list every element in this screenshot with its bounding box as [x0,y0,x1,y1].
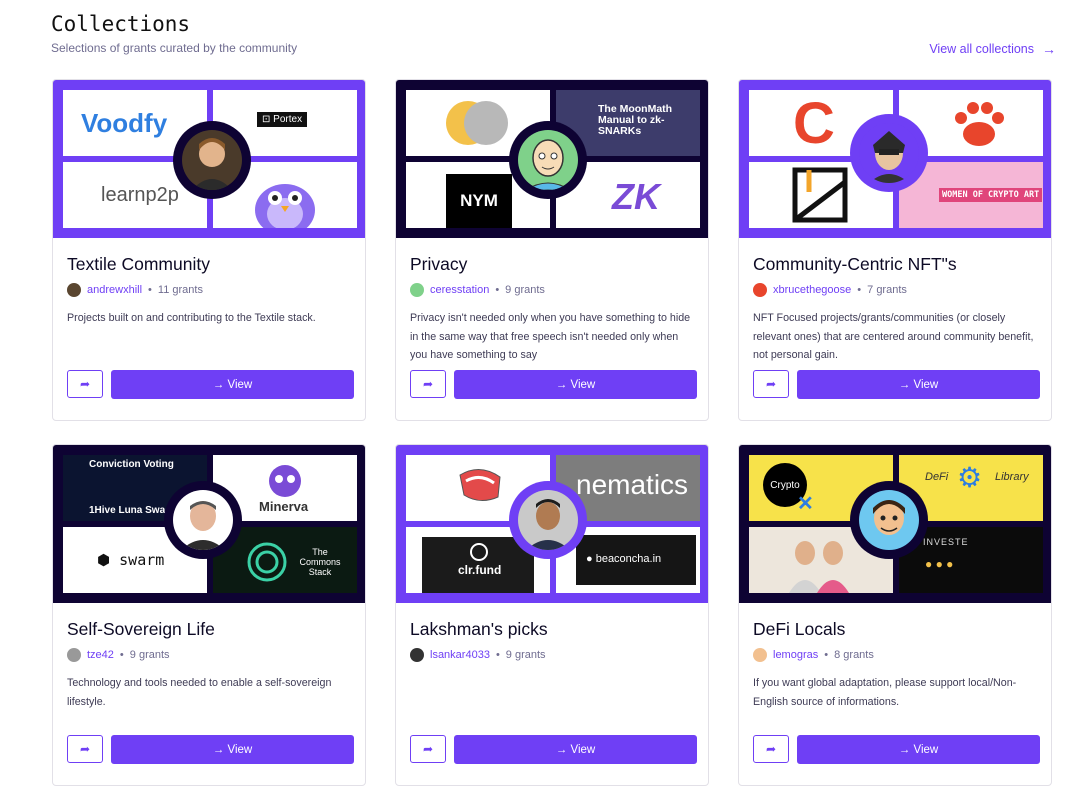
user-avatar [753,648,767,662]
view-button[interactable]: → View [111,370,354,399]
view-button[interactable]: → View [797,370,1040,399]
share-button[interactable]: ➦ [410,735,446,763]
card-banner: The MoonMath Manual to zk-SNARKs NYM ZK [396,80,708,238]
view-button[interactable]: → View [454,370,697,399]
grant-count: 9 grants [129,649,170,661]
collection-card-self-sovereign[interactable]: Conviction Voting 1Hive Luna Swa Minerva… [52,444,366,786]
card-description: If you want global adaptation, please su… [753,677,1017,708]
view-all-collections-link[interactable]: View all collections → [929,41,1056,57]
card-banner: Crypto ✕ DeFi ⚙ Library INVESTE ● ● ● [739,445,1051,603]
card-banner: Voodfy ⊡ Portex learnp2p [53,80,365,238]
curator-avatar [182,130,242,190]
card-title: DeFi Locals [753,619,846,639]
curator-avatar-ring [173,121,251,199]
curator-link[interactable]: tze42 [87,649,114,661]
view-button[interactable]: → View [454,735,697,764]
card-meta: andrewxhill • 11 grants [67,283,203,297]
user-avatar [410,648,424,662]
curator-avatar-ring [164,481,242,559]
card-description: NFT Focused projects/grants/communities … [753,312,1034,361]
curator-link[interactable]: lemogras [773,649,818,661]
clr-fund-icon [470,543,488,561]
share-icon: ➦ [765,377,777,391]
user-avatar [410,283,424,297]
user-avatar [67,648,81,662]
page-title: Collections [51,12,191,36]
collection-card-textile[interactable]: Voodfy ⊡ Portex learnp2p Textile Communi… [52,79,366,421]
card-title: Community-Centric NFT"s [753,254,957,274]
curator-link[interactable]: andrewxhill [87,284,142,296]
curator-avatar-ring [509,121,587,199]
card-description: Technology and tools needed to enable a … [67,677,332,708]
card-title: Privacy [410,254,468,274]
card-banner: Conviction Voting 1Hive Luna Swa Minerva… [53,445,365,603]
curator-avatar [173,490,233,550]
curator-avatar [859,123,919,183]
grant-count: 11 grants [157,284,203,296]
curator-avatar-ring [850,114,928,192]
card-meta: xbrucethegoose • 7 grants [753,283,907,297]
share-button[interactable]: ➦ [753,735,789,763]
view-button[interactable]: → View [111,735,354,764]
gear-icon: ⚙ [957,462,983,493]
grant-count: 9 grants [505,649,546,661]
share-button[interactable]: ➦ [753,370,789,398]
grant-count: 8 grants [834,649,874,661]
share-icon: ➦ [765,742,777,756]
share-icon: ➦ [422,742,434,756]
curator-link[interactable]: ceresstation [430,284,489,296]
share-icon: ➦ [79,377,91,391]
collection-card-lakshman[interactable]: nematics clr.fund ● beaconcha.in Lakshma… [395,444,709,786]
curator-link[interactable]: xbrucethegoose [773,284,851,296]
user-avatar [753,283,767,297]
card-description: Projects built on and contributing to th… [67,312,316,324]
view-button[interactable]: → View [797,735,1040,764]
share-icon: ➦ [422,377,434,391]
collection-card-nft[interactable]: C WOMEN OF CRYPTO ART Community-Centric [738,79,1052,421]
card-description: Privacy isn't needed only when you have … [410,312,691,361]
grant-count: 9 grants [505,284,545,296]
card-meta: lsankar4033 • 9 grants [410,648,546,662]
share-icon: ➦ [79,742,91,756]
curator-avatar [518,490,578,550]
card-title: Self-Sovereign Life [67,619,215,639]
curator-avatar-ring [509,481,587,559]
blue-x-icon: ✕ [797,493,814,515]
user-avatar [67,283,81,297]
share-button[interactable]: ➦ [67,735,103,763]
collection-card-privacy[interactable]: The MoonMath Manual to zk-SNARKs NYM ZK … [395,79,709,421]
collection-card-defi-locals[interactable]: Crypto ✕ DeFi ⚙ Library INVESTE ● ● ● De… [738,444,1052,786]
card-meta: ceresstation • 9 grants [410,283,545,297]
curator-avatar [859,490,919,550]
curator-link[interactable]: lsankar4033 [430,649,490,661]
commons-stack-icon [247,542,287,582]
page-subtitle: Selections of grants curated by the comm… [51,41,298,55]
card-meta: lemogras • 8 grants [753,648,874,662]
share-button[interactable]: ➦ [410,370,446,398]
curator-avatar-ring [850,481,928,559]
arrow-right-icon: → [1042,41,1056,57]
card-meta: tze42 • 9 grants [67,648,170,662]
curator-avatar [518,130,578,190]
card-banner: C WOMEN OF CRYPTO ART [739,80,1051,238]
card-banner: nematics clr.fund ● beaconcha.in [396,445,708,603]
card-title: Textile Community [67,254,210,274]
grant-count: 7 grants [867,284,907,296]
card-title: Lakshman's picks [410,619,548,639]
view-all-label: View all collections [929,42,1034,56]
share-button[interactable]: ➦ [67,370,103,398]
